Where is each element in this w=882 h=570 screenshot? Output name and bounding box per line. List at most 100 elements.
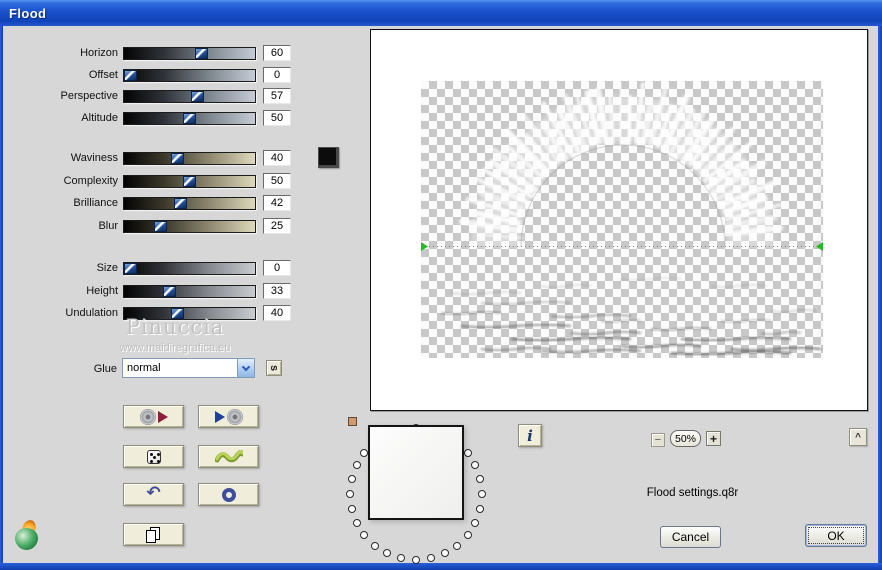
waviness-value-input[interactable] (263, 150, 291, 166)
memory-dot[interactable] (471, 518, 480, 527)
complexity-slider[interactable] (123, 174, 256, 188)
blur-value-input[interactable] (263, 218, 291, 234)
disk-icon (139, 408, 156, 425)
size-slider[interactable] (123, 261, 256, 275)
slider-row-height: Height (0, 283, 300, 299)
save-settings-button[interactable] (198, 405, 259, 428)
memory-dot[interactable] (463, 448, 472, 457)
horizon-value-input[interactable] (263, 45, 291, 61)
reset-button[interactable] (198, 483, 259, 506)
memory-dot[interactable] (471, 461, 480, 470)
brilliance-slider-handle[interactable] (173, 197, 187, 209)
undo-button[interactable]: ↶ (123, 483, 184, 506)
memory-dots-ring (340, 418, 494, 570)
slider-row-offset: Offset (0, 67, 300, 83)
titlebar[interactable]: Flood (0, 0, 882, 26)
copy-button[interactable] (123, 523, 184, 546)
brilliance-value-input[interactable] (263, 195, 291, 211)
randomize-button[interactable] (123, 445, 184, 468)
random-wave-button[interactable] (198, 445, 259, 468)
glue-style-button[interactable]: s (266, 360, 282, 376)
flood-preview-image (421, 82, 823, 356)
height-value-input[interactable] (263, 283, 291, 299)
blur-slider-handle[interactable] (153, 220, 167, 232)
size-slider-handle[interactable] (124, 262, 137, 274)
size-value-input[interactable] (263, 260, 291, 276)
horizon-label: Horizon (80, 47, 118, 59)
memory-dot[interactable] (370, 541, 379, 550)
red-arrow-icon (157, 410, 168, 423)
slider-row-blur: Blur (0, 218, 300, 234)
altitude-label: Altitude (81, 112, 118, 124)
offset-slider-handle[interactable] (124, 69, 137, 81)
wave-squiggle-icon (214, 449, 243, 462)
perspective-slider[interactable] (123, 89, 256, 103)
memory-dot[interactable] (360, 531, 369, 540)
ok-button[interactable]: OK (805, 524, 867, 547)
perspective-value-input[interactable] (263, 88, 291, 104)
water-ripples (440, 276, 822, 356)
ring-icon (221, 487, 236, 502)
memory-dot[interactable] (352, 461, 361, 470)
perspective-slider-handle[interactable] (191, 90, 205, 102)
waviness-slider[interactable] (123, 151, 256, 165)
memory-dot[interactable] (440, 549, 449, 558)
slider-row-waviness: Waviness (0, 150, 300, 166)
info-button[interactable]: i (518, 424, 542, 447)
complexity-slider-handle[interactable] (183, 175, 196, 187)
slider-row-horizon: Horizon (0, 45, 300, 61)
memory-dot[interactable] (347, 475, 356, 484)
expand-button[interactable]: ^ (849, 428, 867, 446)
memory-dot[interactable] (397, 554, 406, 563)
waviness-slider-handle[interactable] (171, 152, 185, 164)
slider-row-complexity: Complexity (0, 173, 300, 189)
undulation-value-input[interactable] (263, 305, 291, 321)
copy-pages-icon (146, 526, 161, 543)
undo-arrow-icon: ↶ (146, 483, 161, 503)
blur-slider[interactable] (123, 219, 256, 233)
slider-row-size: Size (0, 260, 300, 276)
altitude-value-input[interactable] (263, 110, 291, 126)
memory-dot[interactable] (453, 541, 462, 550)
memory-dot[interactable] (463, 531, 472, 540)
height-slider[interactable] (123, 284, 256, 298)
horizon-marker-right[interactable] (816, 242, 823, 251)
memory-dot[interactable] (476, 475, 485, 484)
memory-dot[interactable] (383, 549, 392, 558)
glue-dropdown-button[interactable] (237, 359, 254, 377)
waviness-label: Waviness (70, 152, 118, 164)
height-label: Height (86, 285, 118, 297)
zoom-level-display: 50% (670, 430, 701, 447)
color-swatch[interactable] (318, 147, 339, 168)
horizon-marker-left[interactable] (421, 242, 428, 251)
altitude-slider-handle[interactable] (183, 112, 196, 124)
preview-canvas[interactable] (421, 81, 823, 358)
memory-preview-square[interactable] (368, 425, 464, 520)
slider-row-altitude: Altitude (0, 110, 300, 126)
complexity-value-input[interactable] (263, 173, 291, 189)
perspective-label: Perspective (60, 90, 118, 102)
altitude-slider[interactable] (123, 111, 256, 125)
horizon-slider[interactable] (123, 46, 256, 60)
flaming-pear-logo-icon (14, 518, 44, 551)
offset-slider[interactable] (123, 68, 256, 82)
memory-dot[interactable] (476, 504, 485, 513)
window-title: Flood (9, 5, 47, 21)
height-slider-handle[interactable] (162, 285, 176, 297)
memory-dot[interactable] (478, 490, 486, 498)
memory-dot[interactable] (426, 554, 435, 563)
horizon-slider-handle[interactable] (194, 47, 208, 59)
memory-dot[interactable] (412, 556, 420, 564)
glue-selected-value: normal (127, 362, 161, 374)
memory-dot[interactable] (347, 504, 356, 513)
brilliance-slider[interactable] (123, 196, 256, 210)
glue-dropdown[interactable]: normal (122, 358, 255, 378)
open-settings-button[interactable] (123, 405, 184, 428)
zoom-out-button[interactable]: − (651, 433, 665, 447)
zoom-in-button[interactable]: + (706, 431, 721, 446)
memory-dot[interactable] (346, 490, 354, 498)
memory-dot[interactable] (352, 518, 361, 527)
cancel-button[interactable]: Cancel (660, 526, 721, 548)
blur-label: Blur (98, 220, 118, 232)
offset-value-input[interactable] (263, 67, 291, 83)
